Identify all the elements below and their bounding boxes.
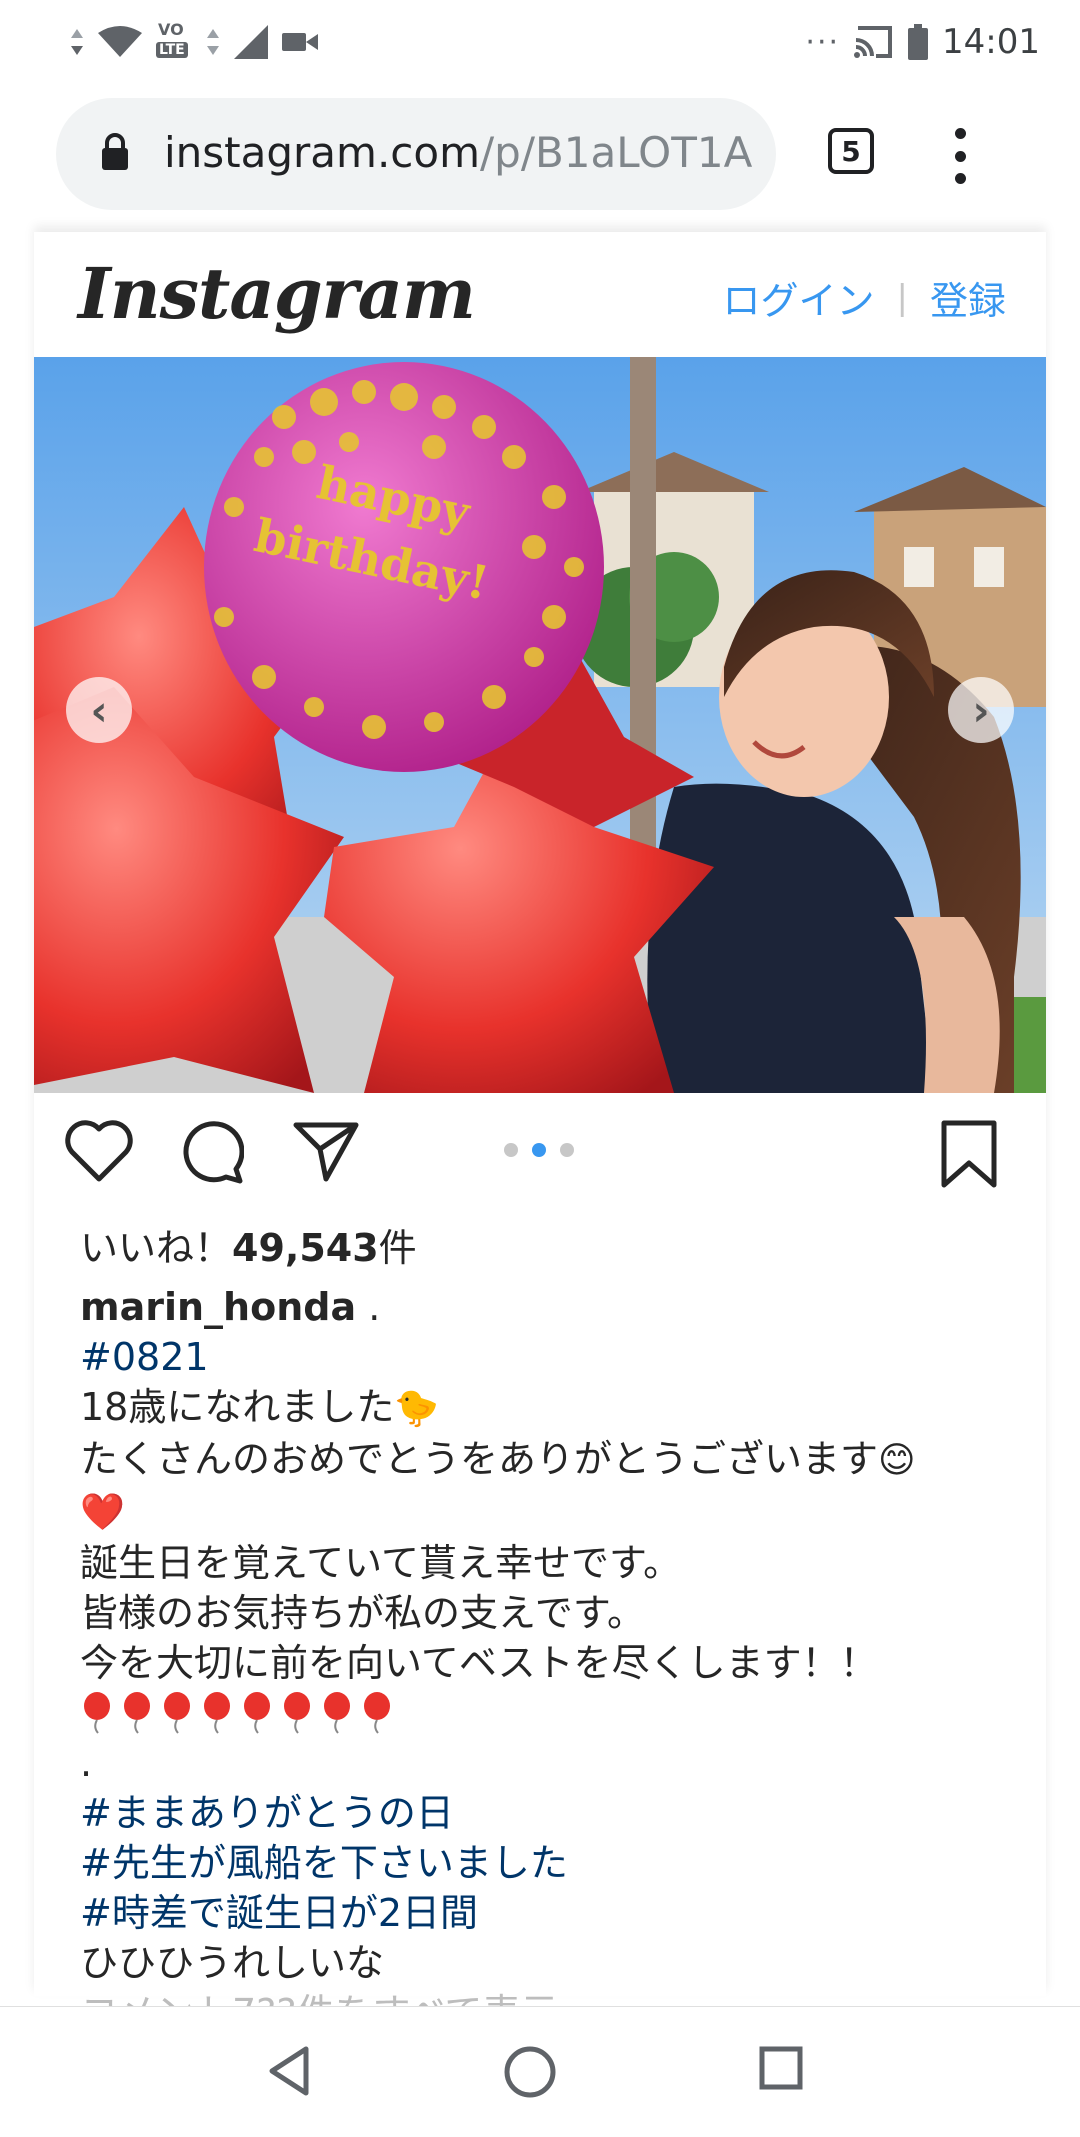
post-photo[interactable]: happy birthday! ‹ › bbox=[34, 357, 1046, 1093]
caption-text: 今を大切に前を向いてベストを尽くします！！ bbox=[80, 1641, 878, 1685]
likes-prefix: いいね！ bbox=[80, 1226, 233, 1270]
caption-line: ひひひうれしいな bbox=[80, 1938, 1020, 1988]
caption-text: 18歳になれました bbox=[80, 1385, 395, 1429]
data-arrows-icon bbox=[71, 29, 83, 55]
camera-icon bbox=[282, 33, 318, 51]
username-trailing: . bbox=[356, 1285, 381, 1329]
balloon-emoji bbox=[124, 1692, 150, 1734]
caption-text: #ままありがとうの日 bbox=[80, 1791, 454, 1835]
caption-line: . bbox=[80, 1738, 1020, 1788]
caption-text: 誕生日を覚えていて貰え幸せです。 bbox=[80, 1541, 682, 1585]
balloon-emoji bbox=[284, 1692, 310, 1734]
hashtag-link[interactable]: #時差で誕生日が2日間 bbox=[80, 1888, 1020, 1938]
balloon-emoji bbox=[84, 1692, 110, 1734]
caption-text: . bbox=[80, 1741, 93, 1785]
signal-icon bbox=[234, 25, 268, 59]
recents-icon[interactable] bbox=[758, 2045, 804, 2091]
caption-line: ❤️ bbox=[80, 1486, 1020, 1538]
caption-emoji: 🐤 bbox=[394, 1388, 440, 1429]
auth-links: ログイン | 登録 bbox=[723, 270, 1007, 325]
caption-line: 皆様のお気持ちが私の支えです。 bbox=[80, 1588, 1020, 1638]
volte-label: VO bbox=[158, 20, 184, 39]
post-actions bbox=[34, 1093, 1046, 1213]
cast-icon bbox=[854, 26, 893, 58]
carousel-dot bbox=[560, 1143, 574, 1157]
post-caption: marin_honda . #0821 18歳になれました🐤 たくさんのおめでとうを… bbox=[80, 1282, 1020, 2006]
balloon-emoji bbox=[164, 1692, 190, 1734]
auth-separator: | bbox=[896, 277, 908, 318]
instagram-logo[interactable]: Instagram bbox=[78, 252, 476, 335]
caption-line: 今を大切に前を向いてベストを尽くします！！ bbox=[80, 1638, 1020, 1688]
instagram-header: Instagram ログイン | 登録 bbox=[34, 232, 1046, 358]
caption-header: marin_honda . bbox=[80, 1282, 1020, 1332]
carousel-prev-button[interactable]: ‹ bbox=[66, 677, 132, 743]
data-arrows-icon-2 bbox=[207, 29, 219, 55]
caption-line: 18歳になれました🐤 bbox=[80, 1382, 1020, 1434]
caption-emoji: ❤️ bbox=[80, 1492, 125, 1533]
home-icon[interactable] bbox=[503, 2045, 557, 2099]
likes-suffix: 件 bbox=[378, 1226, 417, 1270]
heart-icon[interactable] bbox=[64, 1119, 134, 1183]
caption-line: たくさんのおめでとうをありがとうございます😊 bbox=[80, 1434, 1020, 1486]
view-all-comments-link[interactable]: コメント7??件をすべて表示 bbox=[80, 1988, 1020, 2006]
battery-icon bbox=[908, 24, 929, 60]
tab-switcher-button[interactable]: 5 bbox=[828, 128, 874, 174]
caption-emoji: 😊 bbox=[878, 1440, 916, 1481]
status-bar: VO LTE ··· 14:01 bbox=[0, 0, 1080, 84]
wifi-icon bbox=[98, 26, 142, 57]
balloon-emoji bbox=[204, 1692, 230, 1734]
balloon-emoji-row bbox=[80, 1688, 1020, 1738]
clock: 14:01 bbox=[942, 22, 1040, 62]
caption-text: ひひひうれしいな bbox=[80, 1941, 385, 1985]
share-icon[interactable] bbox=[292, 1119, 360, 1183]
url-path: /p/B1aLOT1Al bbox=[480, 128, 754, 177]
back-icon[interactable] bbox=[266, 2045, 312, 2097]
caption-text: たくさんのおめでとうをありがとうございます bbox=[80, 1437, 879, 1481]
likes-count[interactable]: いいね！49,543件 bbox=[80, 1217, 417, 1272]
comment-icon[interactable] bbox=[178, 1119, 244, 1185]
status-right: ··· 14:01 bbox=[805, 16, 1040, 68]
hashtag-link[interactable]: #ままありがとうの日 bbox=[80, 1788, 1020, 1838]
lock-icon bbox=[102, 133, 128, 170]
instagram-page: Instagram ログイン | 登録 happy birthday! ‹ › … bbox=[34, 232, 1046, 2006]
url-text[interactable]: instagram.com/p/B1aLOT1Al bbox=[164, 128, 754, 177]
volte-icon: VO LTE bbox=[156, 20, 192, 64]
bookmark-icon[interactable] bbox=[940, 1119, 998, 1189]
caption-text: #時差で誕生日が2日間 bbox=[80, 1891, 479, 1935]
balloon-emoji bbox=[244, 1692, 270, 1734]
carousel-indicator bbox=[504, 1143, 574, 1157]
caption-text: #先生が風船を下さいました bbox=[80, 1841, 568, 1885]
carousel-next-button[interactable]: › bbox=[948, 677, 1014, 743]
balloon-emoji bbox=[324, 1692, 350, 1734]
address-bar[interactable]: instagram.com/p/B1aLOT1Al bbox=[56, 98, 776, 210]
photo-illustration: happy birthday! bbox=[34, 357, 1046, 1093]
username-link[interactable]: marin_honda bbox=[80, 1285, 356, 1329]
carousel-dot bbox=[504, 1143, 518, 1157]
carousel-dot-active bbox=[532, 1143, 546, 1157]
hashtag-link[interactable]: #先生が風船を下さいました bbox=[80, 1838, 1020, 1888]
hashtag-link[interactable]: #0821 bbox=[80, 1332, 1020, 1382]
caption-line: 誕生日を覚えていて貰え幸せです。 bbox=[80, 1538, 1020, 1588]
status-left: VO LTE bbox=[70, 16, 318, 68]
balloon-emoji bbox=[364, 1692, 390, 1734]
caption-body: #0821 18歳になれました🐤 たくさんのおめでとうをありがとうございます😊 ❤️ 誕… bbox=[80, 1332, 1020, 1988]
signup-link[interactable]: 登録 bbox=[930, 270, 1006, 325]
likes-number: 49,543 bbox=[232, 1226, 379, 1270]
url-domain: instagram.com bbox=[164, 128, 481, 177]
caption-text: #0821 bbox=[80, 1335, 209, 1379]
lte-label: LTE bbox=[156, 42, 188, 58]
overflow-dots: ··· bbox=[805, 24, 841, 60]
caption-text: 皆様のお気持ちが私の支えです。 bbox=[80, 1591, 646, 1635]
browser-toolbar: instagram.com/p/B1aLOT1Al 5 bbox=[0, 84, 1080, 232]
browser-menu-button[interactable] bbox=[950, 128, 970, 184]
system-nav-bar bbox=[0, 2006, 1080, 2137]
login-link[interactable]: ログイン bbox=[723, 270, 875, 325]
